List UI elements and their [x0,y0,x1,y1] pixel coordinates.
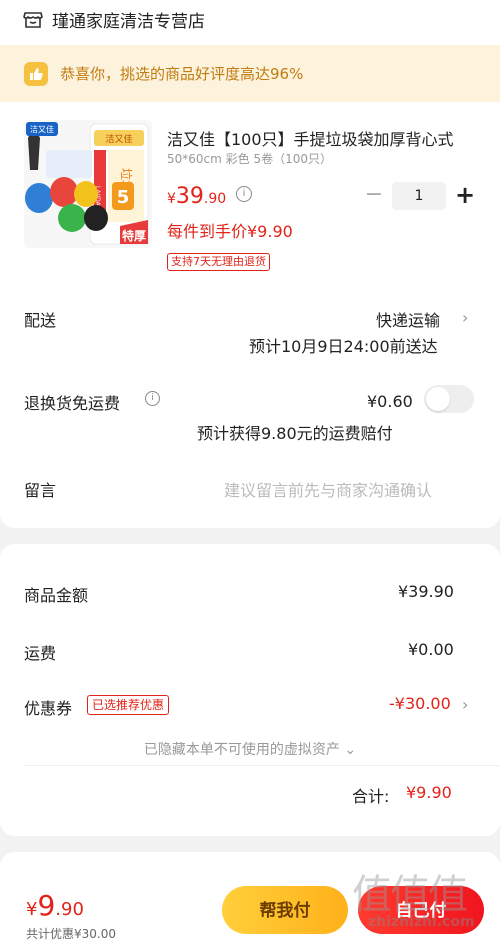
divider [24,765,500,766]
total-value: ¥9.90 [406,783,452,802]
quantity-minus-button[interactable]: − [364,184,384,206]
product-price: ¥39.90 [167,184,226,209]
quantity-plus-button[interactable]: + [454,182,476,210]
hidden-assets-toggle[interactable]: 已隐藏本单不可使用的虚拟资产 ⌄ [0,739,500,759]
bottom-pay-bar: ¥9.90 共计优惠¥30.00 帮我付 自己付 [0,875,500,947]
return-insurance-price: ¥0.60 [367,392,413,411]
count-badge: 5 [117,187,130,208]
product-image[interactable]: 洁又佳 LAJIDAI 垃圾袋 5 洁又佳 特厚 [24,120,152,248]
shop-name: 瑾通家庭清洁专营店 [52,11,205,32]
bottom-price-int: 9 [37,889,56,922]
delivery-method[interactable]: 快递运输 [376,307,440,331]
shipping-label: 运费 [24,644,57,663]
thick-label: 特厚 [122,228,146,243]
help-pay-button[interactable]: 帮我付 [222,886,348,934]
shop-icon [23,12,43,28]
praise-text: 恭喜你，挑选的商品好评度高达96% [60,65,304,83]
price-int: 39 [175,184,204,209]
price-info-icon[interactable]: i [236,186,252,202]
coupon-recommend-tag: 已选推荐优惠 [87,695,170,715]
quantity-input[interactable]: 1 [392,182,446,210]
goods-amount-value: ¥39.90 [398,582,454,601]
message-input[interactable]: 建议留言前先与商家沟通确认 [224,477,432,501]
message-label: 留言 [24,481,57,500]
pay-button[interactable]: 自己付 [358,886,484,934]
delivery-label: 配送 [24,311,57,330]
coupon-value[interactable]: -¥30.00 [389,694,451,713]
return-insurance-toggle[interactable] [424,385,474,413]
praise-banner: 恭喜你，挑选的商品好评度高达96% [0,45,500,102]
total-label: 合计: [352,787,390,806]
price-currency: ¥ [167,191,176,207]
deal-price: 每件到手价¥9.90 [167,222,293,241]
chevron-right-icon[interactable]: › [462,695,468,714]
order-card: 瑾通家庭清洁专营店 恭喜你，挑选的商品好评度高达96% 洁又佳 LAJIDAI … [0,0,500,528]
shop-header[interactable]: 瑾通家庭清洁专营店 [22,6,205,32]
return-insurance-label: 退换货免运费 [24,394,121,413]
toggle-knob [426,387,450,411]
insurance-info-icon[interactable]: i [145,391,160,406]
goods-amount-label: 商品金额 [24,586,89,605]
return-insurance-note: 预计获得9.80元的运费赔付 [197,424,393,443]
shipping-value: ¥0.00 [408,640,454,659]
delivery-eta: 预计10月9日24:00前送达 [249,337,438,356]
brand-logo-text: 洁又佳 [30,124,54,134]
bottom-discount: 共计优惠¥30.00 [26,927,116,941]
product-title[interactable]: 洁又佳【100只】手提垃圾袋加厚背心式 [167,126,477,150]
bottom-total-price: ¥9.90 [26,889,84,922]
coupon-label: 优惠券 [24,699,73,718]
price-dec: .90 [203,191,227,207]
product-spec[interactable]: 50*60cm 彩色 5卷（100只） [167,150,332,167]
box-brand-text: 洁又佳 [105,133,132,145]
bottom-price-dec: .90 [55,899,84,920]
bottom-price-currency: ¥ [26,899,38,920]
return-policy-tag: 支持7天无理由退货 [167,253,270,271]
thumbs-up-icon [24,61,48,86]
chevron-right-icon[interactable]: › [462,308,468,327]
